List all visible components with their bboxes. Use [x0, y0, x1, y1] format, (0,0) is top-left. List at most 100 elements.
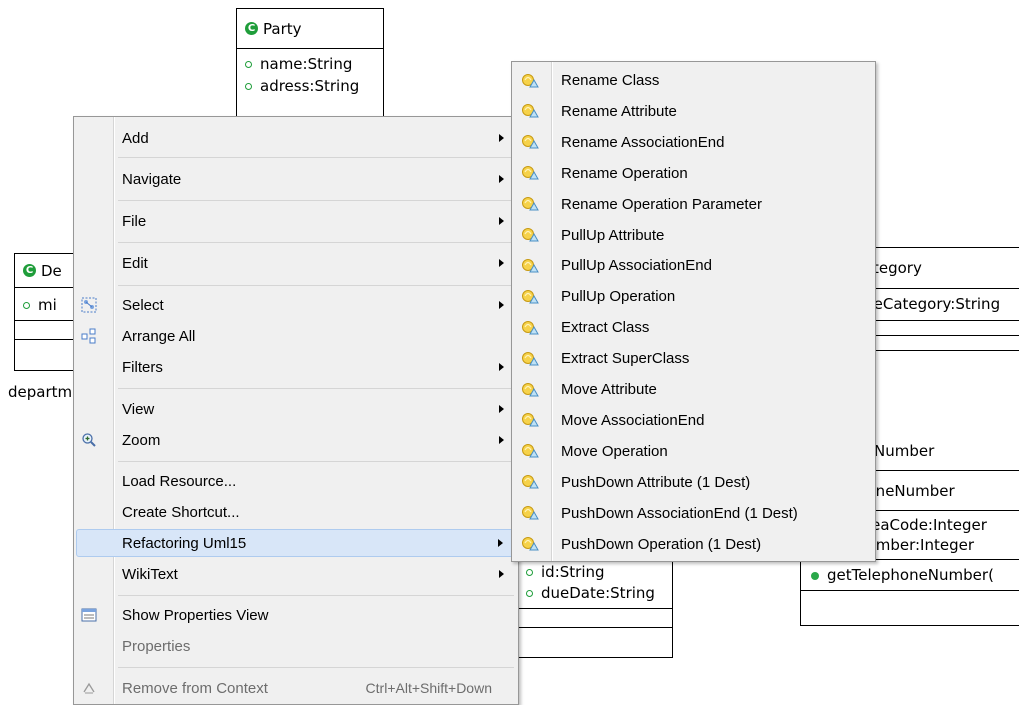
class-task[interactable]: id:String dueDate:String: [517, 560, 673, 658]
operation-icon: [811, 571, 819, 580]
refactoring-icon: [521, 164, 539, 182]
attribute-icon: [526, 569, 533, 576]
submenu-arrow-icon: [499, 436, 504, 444]
menu-item-show-properties-view[interactable]: Show Properties View: [76, 601, 516, 629]
properties-view-icon: [81, 607, 97, 623]
submenu-item-pushdown-attribute-1-dest[interactable]: PushDown Attribute (1 Dest): [514, 468, 873, 497]
submenu-item-label: Extract Class: [561, 319, 650, 337]
attribute[interactable]: name:String: [245, 53, 383, 75]
submenu-item-label: Rename Attribute: [561, 102, 677, 120]
submenu-item-rename-operation[interactable]: Rename Operation: [514, 159, 873, 188]
refactoring-icon: [521, 257, 539, 275]
attribute-icon: [526, 590, 533, 597]
submenu-item-label: PushDown Operation (1 Dest): [561, 535, 762, 553]
zoom-icon: [81, 432, 97, 448]
submenu-item-pullup-operation[interactable]: PullUp Operation: [514, 282, 873, 311]
menu-item-select[interactable]: Select: [76, 291, 516, 319]
submenu-item-label: PullUp AssociationEnd: [561, 257, 712, 275]
refactoring-icon: [521, 411, 539, 429]
association-label: departm: [8, 383, 73, 401]
menu-item-load-resource[interactable]: Load Resource...: [76, 467, 516, 495]
class-party-name: Party: [263, 19, 302, 38]
class-telephone-operations: getTelephoneNumber(: [801, 560, 1019, 591]
submenu-arrow-icon: [498, 539, 503, 547]
association-label: Number: [874, 442, 935, 460]
submenu-item-pushdown-operation-1-dest[interactable]: PushDown Operation (1 Dest): [514, 530, 873, 559]
menu-item-properties[interactable]: Properties: [76, 632, 516, 660]
submenu-arrow-icon: [499, 217, 504, 225]
refactoring-icon: [521, 473, 539, 491]
attribute[interactable]: AreaCode:Integer: [855, 515, 1019, 535]
class-category-name: tegory: [873, 259, 922, 277]
menu-item-edit[interactable]: Edit: [76, 248, 516, 278]
submenu-item-move-operation[interactable]: Move Operation: [514, 437, 873, 466]
menu-item-file[interactable]: File: [76, 206, 516, 236]
attribute[interactable]: dueDate:String: [526, 583, 672, 604]
remove-context-icon: [81, 680, 97, 696]
submenu-item-move-associationend[interactable]: Move AssociationEnd: [514, 406, 873, 435]
submenu-arrow-icon: [499, 259, 504, 267]
refactoring-icon: [521, 535, 539, 553]
submenu-item-rename-associationend[interactable]: Rename AssociationEnd: [514, 128, 873, 157]
menu-item-view[interactable]: View: [76, 395, 516, 423]
submenu-item-label: Rename Class: [561, 72, 660, 89]
attribute[interactable]: adress:String: [245, 75, 383, 97]
submenu-item-extract-class[interactable]: Extract Class: [514, 313, 873, 342]
refactoring-icon: [521, 288, 539, 306]
context-menu: Add Navigate File Edit Select Arrange Al…: [73, 116, 519, 705]
attribute-icon: [245, 83, 252, 90]
submenu-item-move-attribute[interactable]: Move Attribute: [514, 375, 873, 404]
menu-item-zoom[interactable]: Zoom: [76, 426, 516, 454]
refactoring-icon: [521, 350, 539, 368]
menu-item-arrange-all[interactable]: Arrange All: [76, 322, 516, 350]
class-icon: C: [245, 22, 258, 35]
submenu-arrow-icon: [499, 301, 504, 309]
class-department-name: De: [41, 261, 62, 280]
submenu-item-label: PushDown Attribute (1 Dest): [561, 473, 751, 491]
submenu-item-rename-class[interactable]: Rename Class: [514, 66, 873, 95]
menu-item-filters[interactable]: Filters: [76, 353, 516, 381]
submenu-item-label: Move Attribute: [561, 381, 657, 398]
submenu-item-extract-superclass[interactable]: Extract SuperClass: [514, 344, 873, 373]
menu-item-add[interactable]: Add: [76, 123, 516, 153]
shortcut-label: Ctrl+Alt+Shift+Down: [365, 680, 492, 696]
submenu-item-label: Extract SuperClass: [561, 350, 690, 368]
refactoring-icon: [521, 195, 539, 213]
submenu-item-label: Move Operation: [561, 442, 668, 460]
submenu-item-pushdown-associationend-1-dest[interactable]: PushDown AssociationEnd (1 Dest): [514, 499, 873, 528]
attribute[interactable]: id:String: [526, 562, 672, 583]
menu-item-create-shortcut[interactable]: Create Shortcut...: [76, 498, 516, 526]
submenu-item-label: PullUp Operation: [561, 288, 676, 306]
submenu-item-rename-operation-parameter[interactable]: Rename Operation Parameter: [514, 190, 873, 219]
submenu-arrow-icon: [499, 363, 504, 371]
submenu-item-pullup-attribute[interactable]: PullUp Attribute: [514, 221, 873, 250]
submenu-item-label: PushDown AssociationEnd (1 Dest): [561, 504, 798, 522]
submenu-arrow-icon: [499, 570, 504, 578]
submenu-item-label: Rename AssociationEnd: [561, 133, 725, 151]
refactoring-icon: [521, 319, 539, 337]
submenu-item-label: Rename Operation Parameter: [561, 195, 762, 213]
submenu-item-pullup-associationend[interactable]: PullUp AssociationEnd: [514, 251, 873, 280]
submenu-item-label: Rename Operation: [561, 164, 688, 182]
refactoring-submenu: Rename Class Rename Attribute Rename Assoc…: [511, 61, 876, 562]
operation[interactable]: getTelephoneNumber(: [811, 564, 1019, 586]
refactoring-icon: [521, 381, 539, 399]
menu-item-remove-from-context[interactable]: Remove from Context Ctrl+Alt+Shift+Down: [76, 674, 516, 702]
select-icon: [81, 297, 97, 313]
class-party[interactable]: C Party name:String adress:String: [236, 8, 384, 128]
submenu-item-label: Move AssociationEnd: [561, 411, 705, 429]
attribute[interactable]: meCategory:String: [859, 293, 1019, 315]
attribute[interactable]: Number:Integer: [855, 535, 1019, 555]
class-party-header: C Party: [237, 9, 383, 49]
menu-item-navigate[interactable]: Navigate: [76, 164, 516, 194]
refactoring-icon: [521, 133, 539, 151]
class-party-attributes: name:String adress:String: [237, 49, 383, 101]
refactoring-icon: [521, 504, 539, 522]
menu-item-refactoring-uml15[interactable]: Refactoring Uml15: [76, 529, 516, 557]
arrange-all-icon: [81, 328, 97, 344]
submenu-item-rename-attribute[interactable]: Rename Attribute: [514, 97, 873, 126]
refactoring-icon: [521, 442, 539, 460]
attribute-icon: [245, 61, 252, 68]
menu-item-wikitext[interactable]: WikiText: [76, 560, 516, 588]
refactoring-icon: [521, 226, 539, 244]
